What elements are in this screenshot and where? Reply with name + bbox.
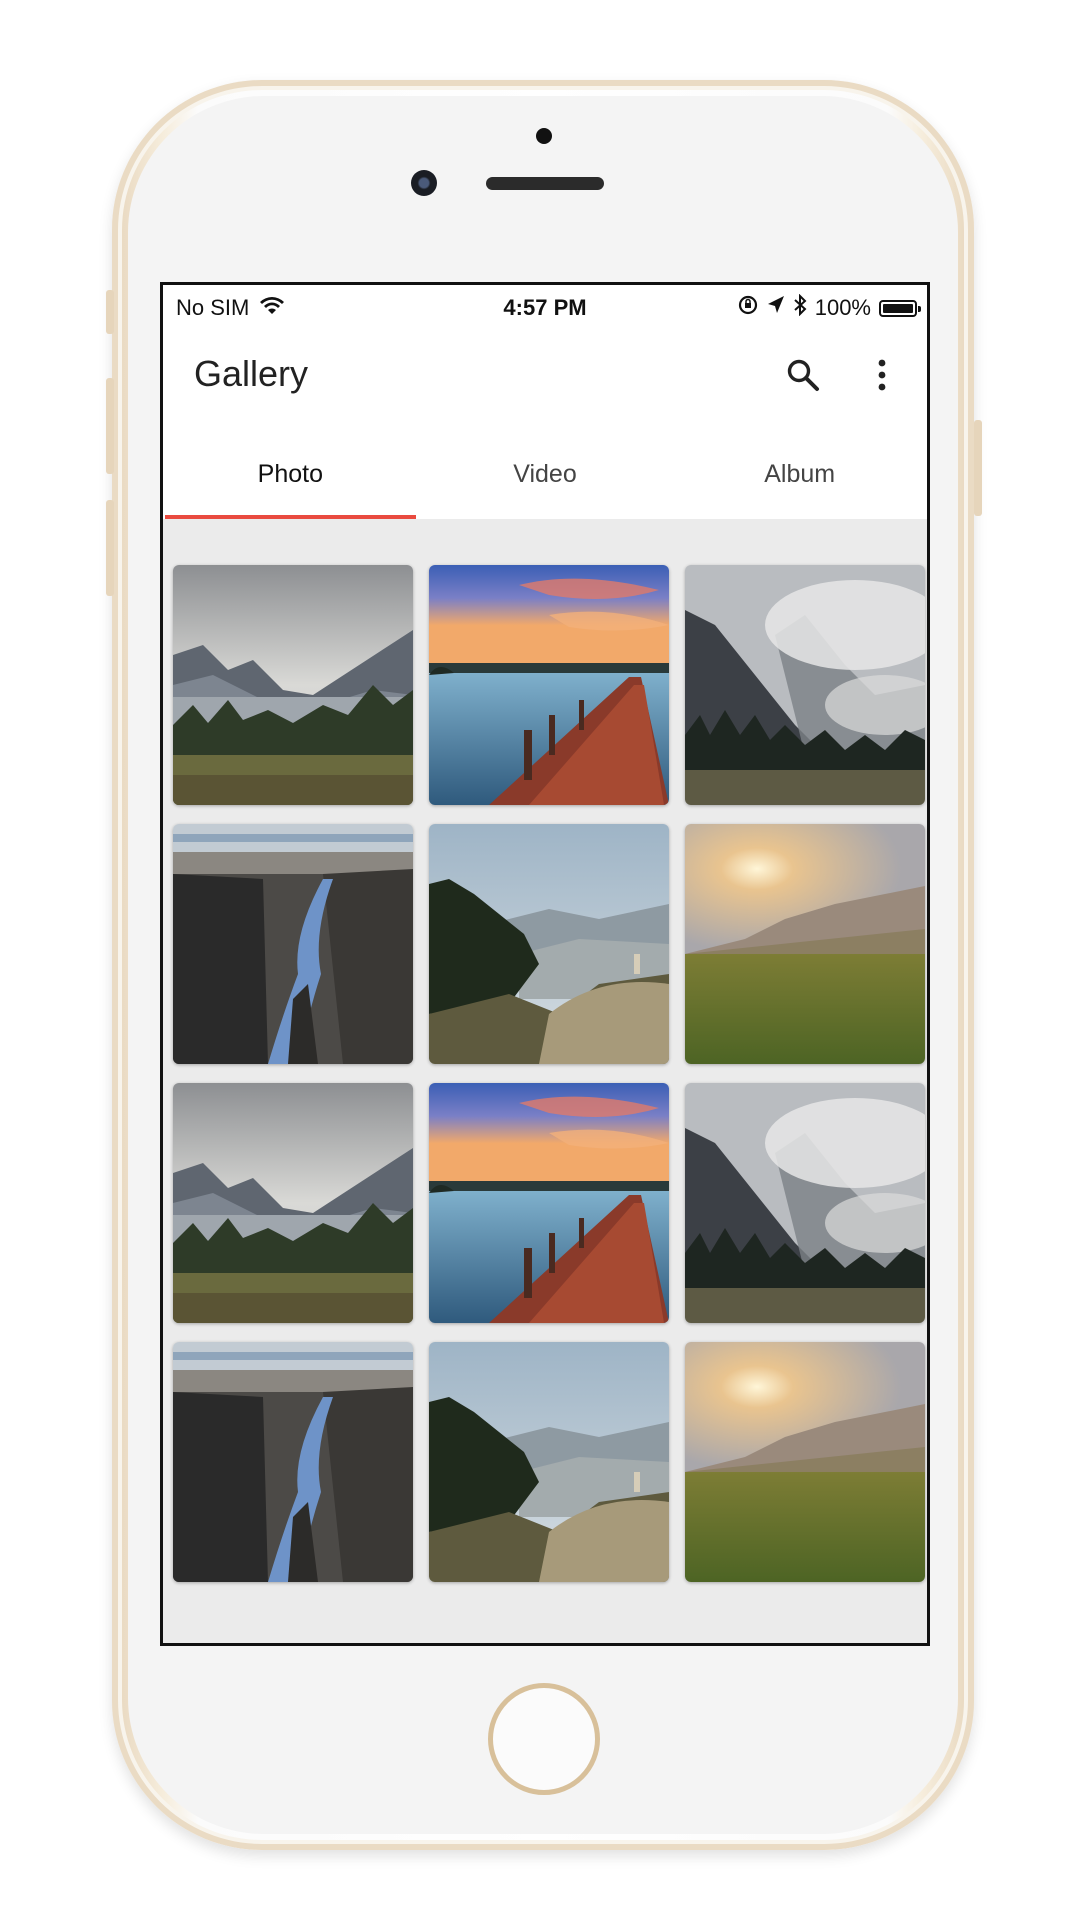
- status-bar: No SIM 4:57 PM 100%: [163, 285, 927, 333]
- lake-mountains-image: [173, 1083, 413, 1323]
- river-canyon-image: [173, 824, 413, 1064]
- app-title: Gallery: [194, 353, 309, 394]
- tab-video-label: Video: [513, 459, 577, 488]
- photo-thumbnail[interactable]: [429, 1342, 669, 1582]
- battery-icon: [879, 299, 921, 317]
- bluetooth-icon: [793, 293, 807, 322]
- proximity-sensor: [536, 128, 552, 144]
- screen: No SIM 4:57 PM 100% Gallery Photo Video …: [160, 282, 930, 1646]
- orientation-lock-icon: [737, 294, 759, 322]
- location-icon: [767, 295, 785, 321]
- mute-switch: [106, 290, 114, 334]
- front-camera: [411, 170, 437, 196]
- pier-sunset-image: [429, 565, 669, 805]
- forest-valley-image: [429, 1342, 669, 1582]
- home-button[interactable]: [488, 1683, 600, 1795]
- battery-percent: 100%: [814, 295, 871, 320]
- tab-album-label: Album: [764, 459, 836, 488]
- power-button: [974, 420, 982, 516]
- photo-thumbnail[interactable]: [685, 565, 925, 805]
- river-canyon-image: [173, 1342, 413, 1582]
- app-bar: Gallery: [163, 333, 927, 429]
- misty-mountains-image: [685, 565, 925, 805]
- active-tab-indicator: [165, 515, 416, 519]
- tab-photo[interactable]: Photo: [163, 429, 418, 519]
- tab-bar: Photo Video Album: [163, 429, 927, 519]
- lake-mountains-image: [173, 565, 413, 805]
- misty-mountains-image: [685, 1083, 925, 1323]
- search-button[interactable]: [773, 345, 833, 405]
- photo-thumbnail[interactable]: [173, 1083, 413, 1323]
- photo-thumbnail[interactable]: [173, 565, 413, 805]
- tab-photo-label: Photo: [257, 459, 323, 488]
- meadow-sunset-image: [685, 824, 925, 1064]
- volume-up-button: [106, 378, 114, 474]
- forest-valley-image: [429, 824, 669, 1064]
- tab-video[interactable]: Video: [418, 429, 673, 519]
- more-vert-icon: [878, 359, 886, 391]
- photo-thumbnail[interactable]: [173, 1342, 413, 1582]
- pier-sunset-image: [429, 1083, 669, 1323]
- photo-thumbnail[interactable]: [429, 565, 669, 805]
- more-options-button[interactable]: [858, 345, 906, 405]
- photo-thumbnail[interactable]: [685, 824, 925, 1064]
- photo-thumbnail[interactable]: [685, 1342, 925, 1582]
- tab-album[interactable]: Album: [672, 429, 927, 519]
- meadow-sunset-image: [685, 1342, 925, 1582]
- photo-grid: [173, 565, 925, 1582]
- photo-thumbnail[interactable]: [429, 824, 669, 1064]
- volume-down-button: [106, 500, 114, 596]
- search-icon: [787, 359, 819, 391]
- earpiece-speaker: [486, 177, 604, 190]
- photo-thumbnail[interactable]: [173, 824, 413, 1064]
- photo-thumbnail[interactable]: [685, 1083, 925, 1323]
- photo-thumbnail[interactable]: [429, 1083, 669, 1323]
